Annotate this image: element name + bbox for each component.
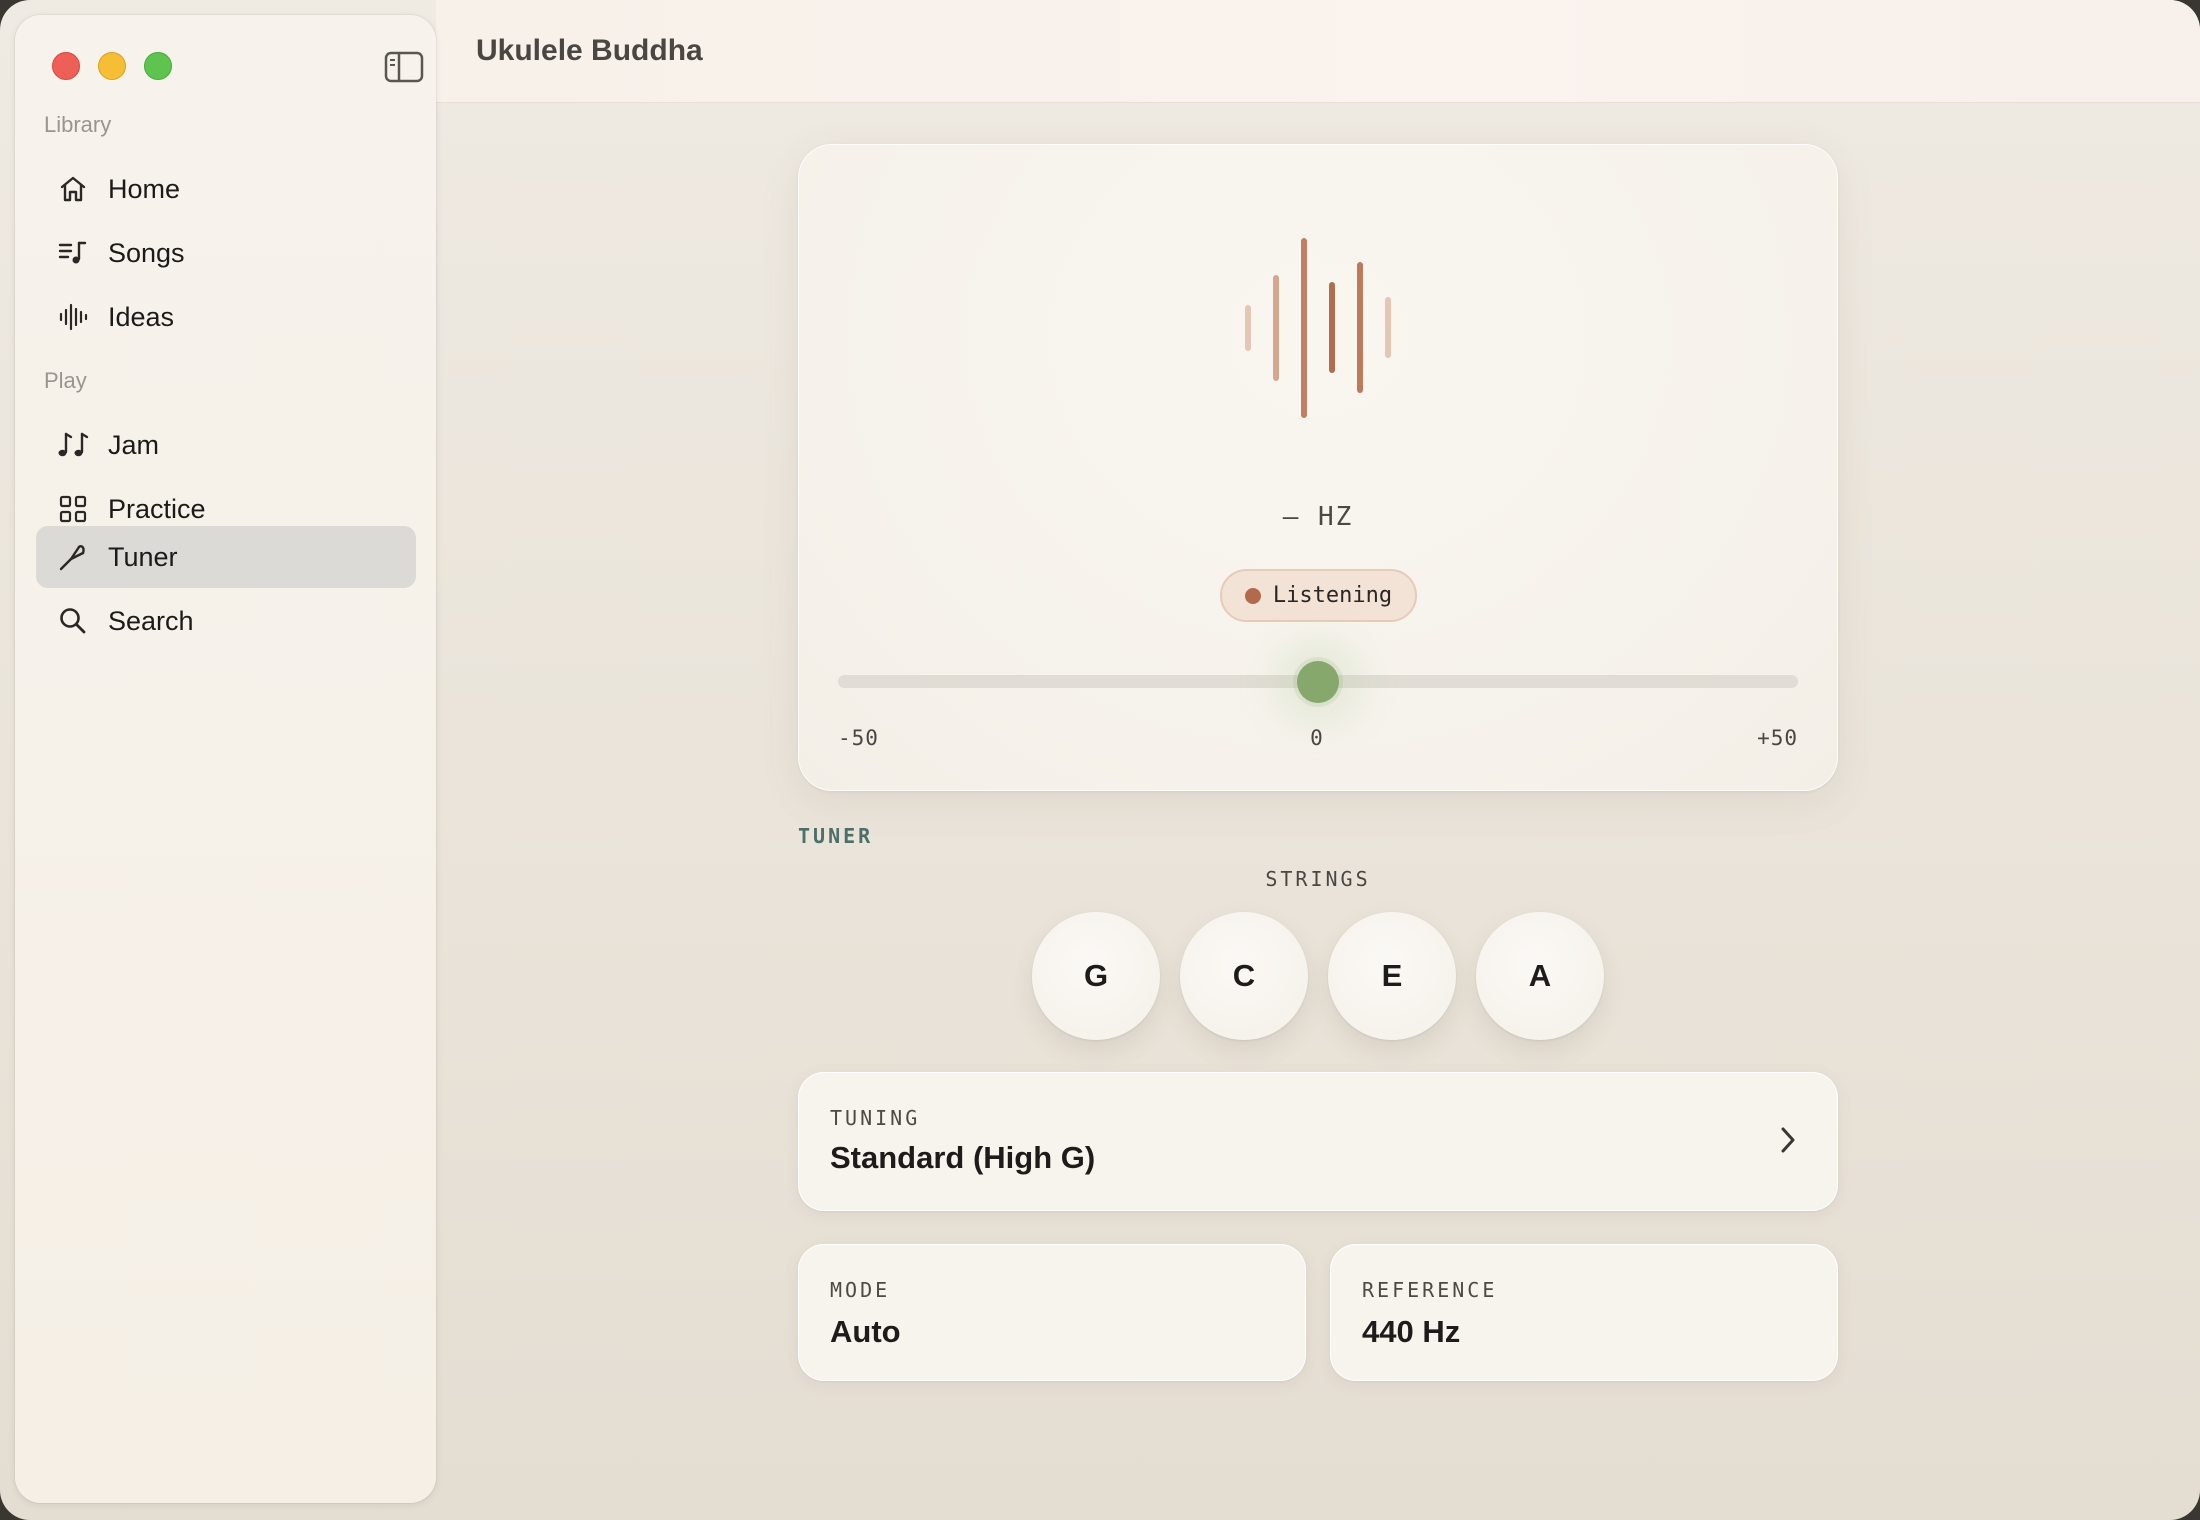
- sidebar: Library Home Songs Ideas Play Jam Practi…: [15, 15, 436, 1503]
- sidebar-item-home[interactable]: Home: [36, 158, 416, 220]
- cents-center-label: 0: [1310, 726, 1324, 750]
- section-label-play: Play: [44, 368, 87, 393]
- close-window-button[interactable]: [52, 52, 80, 80]
- music-list-icon: [56, 236, 90, 270]
- cents-meter-indicator: [1297, 661, 1339, 703]
- sidebar-item-tuner[interactable]: Tuner: [36, 526, 416, 588]
- sidebar-item-search[interactable]: Search: [36, 590, 416, 652]
- minimize-window-button[interactable]: [98, 52, 126, 80]
- sidebar-item-label: Tuner: [108, 541, 178, 572]
- chevron-right-icon: [1781, 1127, 1795, 1153]
- strings-label: STRINGS: [1265, 867, 1371, 891]
- reference-value: 440 Hz: [1362, 1314, 1461, 1349]
- tuning-value: Standard (High G): [830, 1140, 1096, 1175]
- tuning-label: TUNING: [830, 1106, 921, 1130]
- status-badge: Listening: [1220, 569, 1417, 622]
- cents-max-label: +50: [1757, 726, 1798, 750]
- sidebar-toggle-icon[interactable]: [384, 51, 424, 83]
- sidebar-item-label: Songs: [108, 237, 185, 268]
- sidebar-item-label: Ideas: [108, 301, 175, 332]
- mode-selector[interactable]: MODE Auto: [798, 1244, 1306, 1381]
- tuning-fork-icon: [56, 540, 90, 574]
- music-notes-icon: [56, 428, 90, 462]
- sidebar-item-songs[interactable]: Songs: [36, 222, 416, 284]
- cents-min-label: -50: [838, 726, 879, 750]
- mode-label: MODE: [830, 1278, 891, 1302]
- maximize-window-button[interactable]: [144, 52, 172, 80]
- status-label: Listening: [1272, 583, 1393, 608]
- sidebar-item-ideas[interactable]: Ideas: [36, 286, 416, 348]
- tuning-selector[interactable]: TUNING Standard (High G): [798, 1072, 1838, 1211]
- sidebar-item-label: Home: [108, 173, 181, 204]
- string-button-c[interactable]: C: [1180, 912, 1308, 1040]
- sidebar-item-label: Practice: [108, 493, 206, 524]
- status-dot: [1244, 587, 1261, 604]
- mode-value: Auto: [830, 1314, 901, 1349]
- home-icon: [56, 172, 90, 206]
- reference-selector[interactable]: REFERENCE 440 Hz: [1330, 1244, 1838, 1381]
- window-title: Ukulele Buddha: [476, 34, 703, 67]
- section-label-library: Library: [44, 112, 112, 137]
- sidebar-item-label: Search: [108, 605, 194, 636]
- string-button-e[interactable]: E: [1328, 912, 1456, 1040]
- app-window: Ukulele Buddha Library Home Songs Ideas …: [0, 0, 2200, 1520]
- string-button-a[interactable]: A: [1476, 912, 1604, 1040]
- sidebar-item-jam[interactable]: Jam: [36, 414, 416, 476]
- waveform-icon: [56, 300, 90, 334]
- grid-icon: [56, 492, 90, 526]
- waveform-icon: [1245, 238, 1391, 418]
- section-title-tuner: TUNER: [798, 824, 874, 848]
- sidebar-item-label: Jam: [108, 429, 160, 460]
- string-button-g[interactable]: G: [1032, 912, 1160, 1040]
- frequency-readout: — HZ: [1282, 502, 1354, 532]
- search-icon: [56, 604, 90, 638]
- reference-label: REFERENCE: [1362, 1278, 1498, 1302]
